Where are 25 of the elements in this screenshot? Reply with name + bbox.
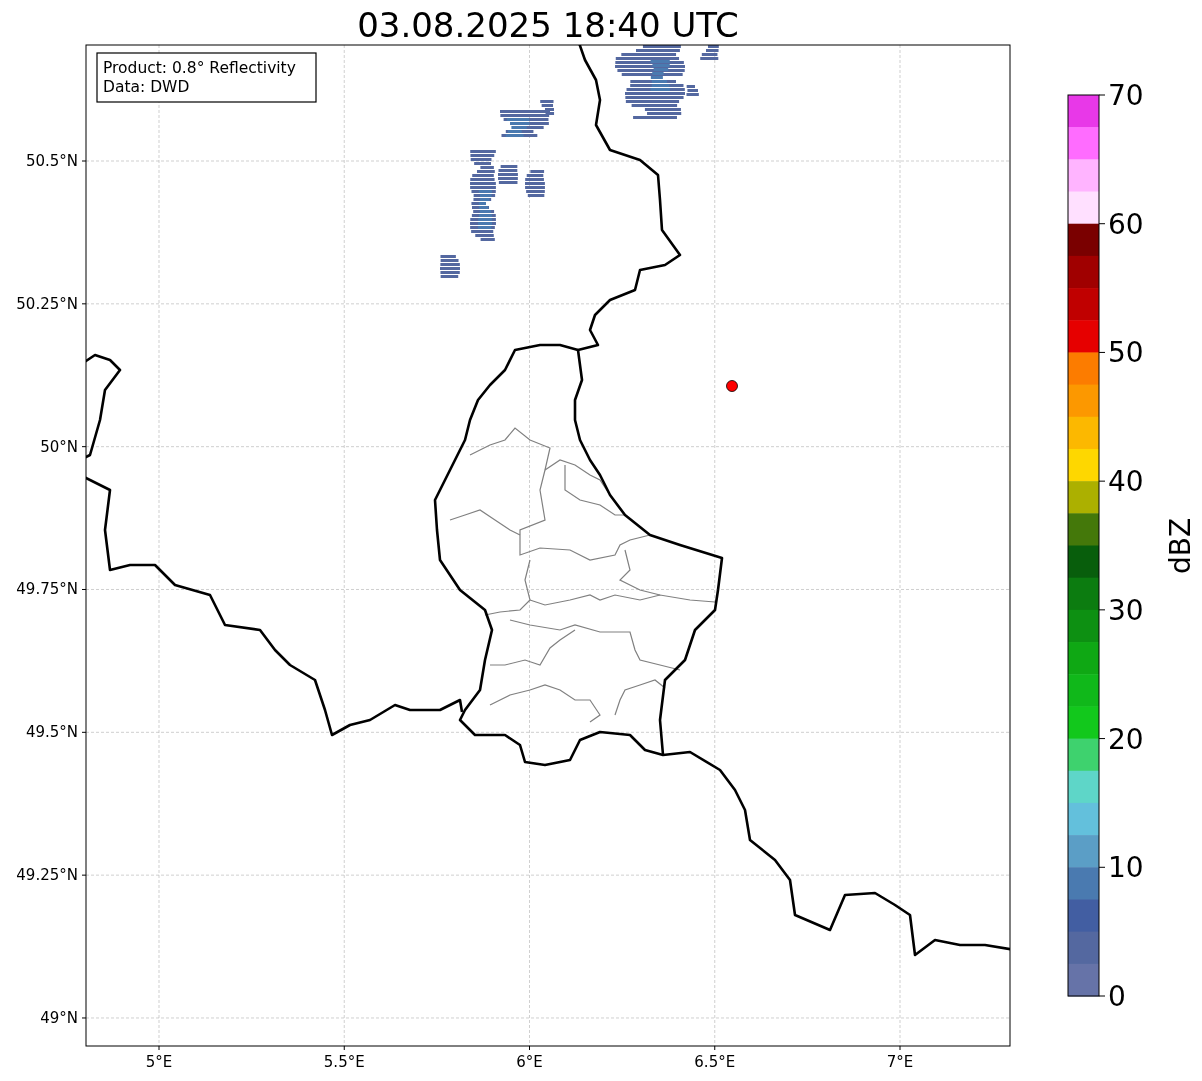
longitude-label: 5.5°E bbox=[323, 1053, 365, 1071]
colorbar-tick-label: 40 bbox=[1108, 465, 1144, 499]
colorbar-tick-label: 70 bbox=[1108, 79, 1144, 112]
colorbar-tick-label: 10 bbox=[1108, 851, 1144, 885]
latitude-label: 49.5°N bbox=[25, 723, 78, 742]
latitude-label: 49°N bbox=[40, 1009, 78, 1027]
info-text: Data: DWD bbox=[103, 78, 190, 96]
longitude-label: 7°E bbox=[886, 1053, 914, 1071]
latitude-label: 49.25°N bbox=[16, 866, 78, 885]
radar-site-marker bbox=[726, 380, 738, 392]
colorbar-label: dBZ bbox=[1164, 517, 1197, 575]
colorbar-tick-label: 30 bbox=[1108, 593, 1144, 627]
latitude-label: 50.25°N bbox=[16, 294, 78, 313]
chart-title: 03.08.2025 18:40 UTC bbox=[357, 5, 739, 45]
colorbar-tick-label: 60 bbox=[1108, 207, 1144, 241]
latitude-label: 49.75°N bbox=[16, 580, 78, 599]
colorbar-tick-label: 50 bbox=[1108, 336, 1144, 370]
latitude-label: 50°N bbox=[40, 437, 78, 456]
colorbar-tick-label: 0 bbox=[1108, 980, 1126, 1013]
latitude-label: 50.5°N bbox=[25, 152, 78, 170]
longitude-label: 5°E bbox=[145, 1053, 173, 1071]
colorbar-tick-label: 20 bbox=[1108, 722, 1144, 756]
longitude-label: 6.5°E bbox=[694, 1053, 736, 1071]
longitude-label: 6°E bbox=[516, 1053, 543, 1071]
info-text: Product: 0.8° Reflectivity bbox=[103, 59, 296, 77]
